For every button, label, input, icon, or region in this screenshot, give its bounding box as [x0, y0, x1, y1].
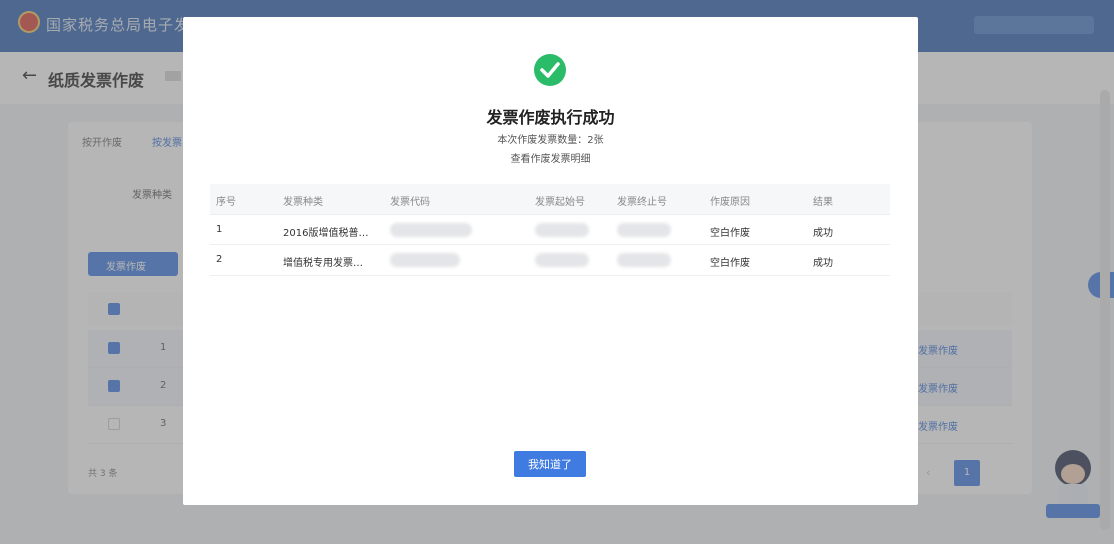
row-index: 1: [216, 224, 223, 235]
acknowledge-button[interactable]: 我知道了: [514, 451, 586, 477]
table-header: 序号 发票种类 发票代码 发票起始号 发票终止号 作废原因 结果: [210, 184, 890, 214]
void-count-summary: 本次作废发票数量：2张: [497, 135, 604, 146]
row-index: 2: [216, 254, 223, 265]
success-dialog: 发票作废执行成功 本次作废发票数量：2张 查看作废发票明细 序号 发票种类 发票…: [183, 17, 918, 505]
column-header-start-number: 发票起始号: [535, 197, 585, 208]
dialog-title: 发票作废执行成功: [486, 108, 615, 127]
row-invoice-code-redacted: [390, 223, 472, 237]
row-invoice-type: 2016版增值税普…: [283, 228, 369, 239]
void-detail-link[interactable]: 查看作废发票明细: [183, 150, 918, 165]
row-void-reason: 空白作废: [710, 258, 750, 269]
column-header-reason: 作废原因: [710, 197, 750, 208]
row-end-number-redacted: [617, 223, 671, 237]
row-result: 成功: [813, 228, 833, 239]
row-end-number-redacted: [617, 253, 671, 267]
row-start-number-redacted: [535, 223, 589, 237]
check-circle-icon: [534, 54, 566, 86]
column-header-type: 发票种类: [283, 197, 323, 208]
row-start-number-redacted: [535, 253, 589, 267]
table-row: 1 2016版增值税普… 空白作废 成功: [210, 214, 890, 245]
column-header-code: 发票代码: [390, 197, 430, 208]
column-header-result: 结果: [813, 197, 833, 208]
row-invoice-code-redacted: [390, 253, 460, 267]
table-row: 2 增值税专用发票… 空白作废 成功: [210, 245, 890, 276]
row-invoice-type: 增值税专用发票…: [283, 258, 363, 269]
row-void-reason: 空白作废: [710, 228, 750, 239]
row-result: 成功: [813, 258, 833, 269]
column-header-end-number: 发票终止号: [617, 197, 667, 208]
column-header-index: 序号: [216, 197, 236, 208]
